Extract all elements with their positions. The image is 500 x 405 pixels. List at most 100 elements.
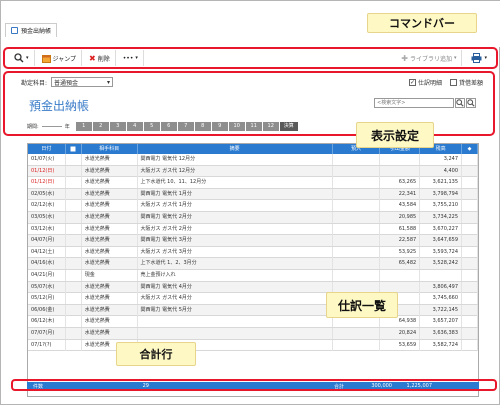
balance-diff-checkbox[interactable]: 貸借差額 [450,78,483,87]
cell-balance: 3,798,794 [420,188,463,200]
month-button-10[interactable]: 10 [228,122,245,131]
cell-date: 07/1?(?) [28,339,66,351]
more-button[interactable]: ••• ▾ [118,50,144,66]
cell-account: 水道光熱費 [82,188,138,200]
table-row[interactable]: 04/16(水) 水道光熱費 上下水道代 1、2、3月分 65,482 3,528,24… [28,258,478,270]
table-row[interactable]: 05/07(水) 水道光熱費 関西電力 電気代 4月分 3,806,497 [28,281,478,294]
callout-command-bar: コマンドバー [367,13,477,33]
journal-detail-checkbox[interactable]: ✓ 仕訳明細 [409,78,442,87]
table-row[interactable]: 01/12(日) 水道光熱費 上下水道代 10、11、12月分 63,265 3,621… [28,177,478,189]
print-button[interactable]: ▾ [466,50,492,66]
cell-tag [462,211,478,223]
table-row[interactable]: 07/07(月) 水道光熱費 20,824 3,636,383 [28,327,478,340]
search-button[interactable]: ▾ [9,50,35,66]
cell-withdrawal: 22,587 [380,235,421,247]
month-button-6[interactable]: 6 [160,122,177,131]
month-button-7[interactable]: 7 [177,122,194,131]
cell-description: 大阪ガス ガス代 12月分 [138,165,333,177]
cell-date: 01/12(日) [28,165,66,177]
year-field[interactable] [41,126,62,127]
delete-icon: ✖ [89,53,96,63]
delete-label: 削除 [97,55,110,63]
delete-button[interactable]: ✖ 削除 [84,50,116,66]
add-library-button[interactable]: ✚ ライブラリ追加 ▾ [396,50,463,66]
table-row[interactable]: 07/1?(?) 水道光熱費 53,659 3,582,724 [28,339,478,352]
col-date[interactable]: 日付 [28,144,66,154]
table-row[interactable]: 01/12(日) 水道光熱費 大阪ガス ガス代 12月分 4,400 [28,165,478,178]
cell-balance: 3,636,383 [420,327,463,339]
cell-tag [462,304,478,316]
cell-note [66,281,82,293]
cell-withdrawal: 63,265 [380,177,421,189]
table-row[interactable]: 06/06(金) 水道光熱費 関西電力 電気代 5月分 3,722,145 [28,304,478,317]
month-button-2[interactable]: 2 [92,122,109,131]
cell-balance: 3,621,135 [420,177,463,189]
cell-note [66,327,82,339]
month-button-1[interactable]: 1 [75,122,92,131]
cell-balance: 3,745,660 [420,293,463,305]
table-body: 01/07(火) 水道光熱費 関西電力 電気代 12月分 3,247 01/12(日) 水… [28,154,478,352]
cell-description: 大阪ガス ガス代 4月分 [138,293,333,305]
cell-balance: 4,400 [420,165,463,177]
cell-note [66,177,82,189]
table-row[interactable]: 03/05(水) 水道光熱費 関西電力 電気代 2月分 20,985 3,734,225 [28,211,478,224]
table-row[interactable]: 02/05(水) 水道光熱費 関西電力 電気代 1月分 22,341 3,798,794 [28,188,478,201]
cell-balance: 3,755,210 [420,200,463,212]
cell-tag [462,281,478,293]
account-select[interactable]: 普通預金 ▾ [51,77,114,87]
printer-icon [471,53,482,63]
page-title: 預金出納帳 [29,99,90,113]
table-row[interactable]: 04/21(月) 現金 売上金預け入れ [28,269,478,282]
chevron-down-icon: ▾ [135,55,138,61]
jump-button[interactable]: ジャンプ [37,50,83,66]
cell-balance: 3,670,227 [420,223,463,235]
tab-cash-book[interactable]: 預金出納帳 [5,23,58,37]
cell-withdrawal [380,269,421,281]
cell-deposit [333,327,381,339]
cell-withdrawal: 65,482 [380,258,421,270]
cell-account: 水道光熱費 [82,200,138,212]
table-row[interactable]: 03/12(水) 水道光熱費 大阪ガス ガス代 2月分 61,588 3,670,227 [28,223,478,236]
cell-note [66,316,82,328]
cell-tag [462,188,478,200]
cell-description: 関西電力 電気代 5月分 [138,304,333,316]
table-row[interactable]: 05/12(月) 水道光熱費 大阪ガス ガス代 4月分 3,745,660 [28,293,478,305]
month-button-9[interactable]: 9 [211,122,228,131]
chevron-down-icon: ▾ [107,78,111,86]
cell-date: 04/21(月) [28,269,66,281]
month-button-8[interactable]: 8 [194,122,211,131]
col-note[interactable] [66,144,82,154]
table-row[interactable]: 02/12(水) 水道光熱費 大阪ガス ガス代 1月分 43,584 3,755,210 [28,200,478,212]
cell-deposit [333,200,381,212]
period-label: 期間: [27,124,39,130]
month-button-11[interactable]: 11 [245,122,262,131]
month-button-5[interactable]: 5 [143,122,160,131]
cell-deposit [333,154,381,165]
col-tag[interactable]: ◆ [462,144,478,154]
cell-description [138,316,333,328]
month-button-4[interactable]: 4 [126,122,143,131]
month-button-closing[interactable]: 決算 [279,122,298,131]
month-button-12[interactable]: 12 [262,122,279,131]
table-row[interactable]: 04/12(土) 水道光熱費 大阪ガス ガス代 3月分 53,925 3,593,724 [28,246,478,259]
totals-deposit: 300,000 [371,383,392,389]
col-description[interactable]: 摘要 [138,144,333,154]
search-input[interactable]: <検索文字> [374,98,454,108]
cell-tag [462,154,478,165]
callout-journal-list: 仕訳一覧 [326,292,398,318]
month-button-3[interactable]: 3 [109,122,126,131]
table-row[interactable]: 04/07(月) 水道光熱費 関西電力 電気代 3月分 22,587 3,647,659 [28,235,478,247]
search-button[interactable] [455,98,465,108]
cell-tag [462,200,478,212]
cell-withdrawal: 22,341 [380,188,421,200]
cell-tag [462,258,478,270]
table-row[interactable]: 06/12(木) 水道光熱費 64,938 3,657,207 [28,316,478,328]
cell-date: 05/12(月) [28,293,66,305]
note-icon [70,146,76,152]
table-row[interactable]: 01/07(火) 水道光熱費 関西電力 電気代 12月分 3,247 [28,154,478,166]
cell-note [66,188,82,200]
advanced-search-button[interactable] [466,98,476,108]
cell-withdrawal: 53,925 [380,246,421,258]
totals-label: 件数 [33,383,44,390]
col-account[interactable]: 相手科目 [82,144,138,154]
